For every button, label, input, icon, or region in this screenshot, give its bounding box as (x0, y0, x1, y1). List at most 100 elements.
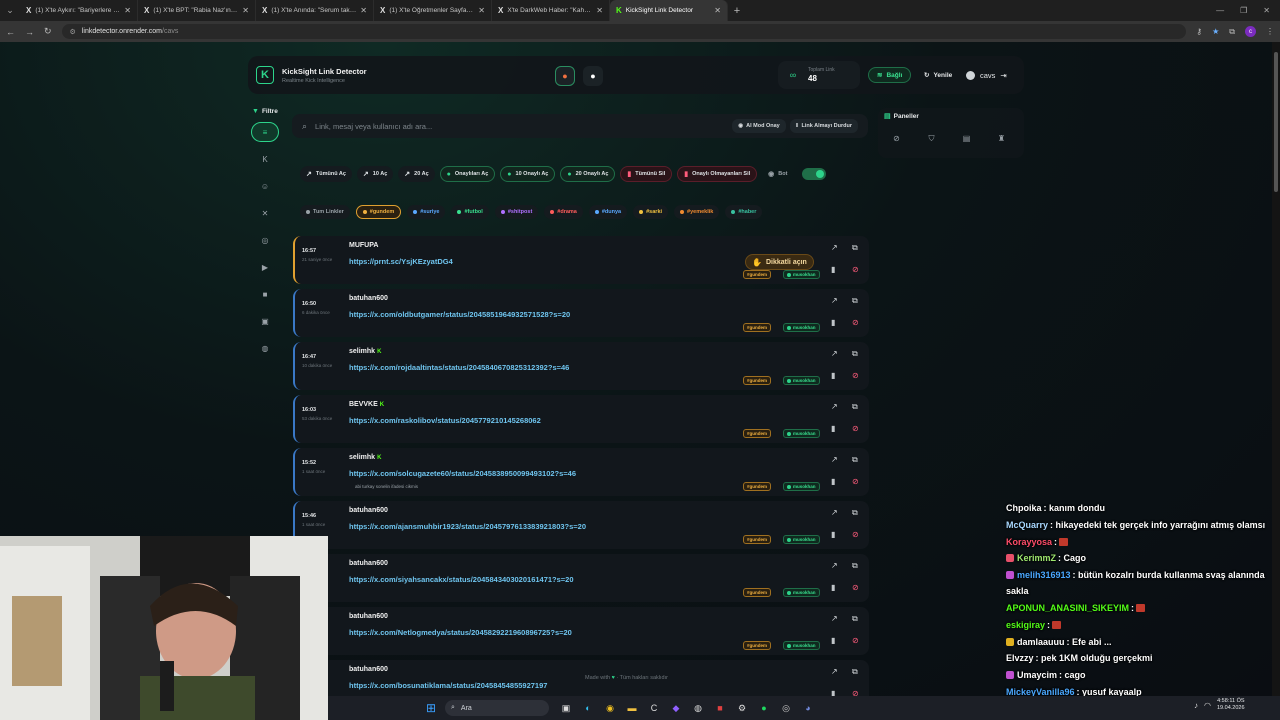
app-red-icon[interactable]: ■ (712, 700, 728, 716)
password-key-icon[interactable]: ⚷ (1196, 27, 1202, 36)
taskbar-search[interactable]: ⌕ Ara (445, 700, 549, 716)
tag-filter-chip[interactable]: #drama (544, 205, 583, 219)
action-button[interactable]: ▮ Onaylı Olmayanları Sil (677, 166, 758, 182)
user-menu[interactable]: cavs ⇥ (966, 67, 1007, 83)
delete-icon[interactable]: ▮ (831, 371, 835, 380)
mic-icon[interactable]: ♪ (1194, 701, 1198, 710)
scrollbar-thumb[interactable] (1274, 52, 1278, 192)
tag-filter-chip[interactable]: #suriye (407, 205, 446, 219)
open-link-icon[interactable]: ↗ (831, 243, 838, 252)
card-link[interactable]: https://x.com/solcugazete60/status/20458… (349, 469, 576, 478)
app-gear-icon[interactable]: ⚙ (734, 700, 750, 716)
connection-status-button[interactable]: ≋ Bağlı (868, 67, 912, 83)
profile-avatar[interactable]: c (1245, 26, 1256, 37)
tag-filter-chip[interactable]: #futbol (451, 205, 489, 219)
windows-start-icon[interactable]: ⊞ (426, 701, 436, 715)
tag-filter-chip[interactable]: #sarki (633, 205, 669, 219)
restore-icon[interactable]: ❐ (1240, 6, 1247, 15)
block-icon[interactable]: ⊘ (852, 371, 859, 380)
chrome-icon[interactable]: ◉ (602, 700, 618, 716)
copy-icon[interactable]: ⧉ (852, 667, 858, 677)
steam-icon[interactable]: ◎ (778, 700, 794, 716)
delete-icon[interactable]: ▮ (831, 583, 835, 592)
archive-icon[interactable]: ▤ (960, 132, 973, 145)
network-icon[interactable]: ◠ (1204, 701, 1211, 710)
minimize-icon[interactable]: — (1216, 6, 1224, 15)
edge-icon[interactable]: ◐ (580, 700, 596, 716)
filter-video-icon[interactable]: ■ (251, 284, 279, 304)
delete-icon[interactable]: ▮ (831, 318, 835, 327)
tag-filter-chip[interactable]: #dunya (588, 205, 628, 219)
taskbar-clock[interactable]: 4:58:11 ÖS 19.04.2026 (1217, 698, 1245, 712)
open-link-icon[interactable]: ↗ (831, 508, 838, 517)
action-button[interactable]: ▮ Tümünü Sil (620, 166, 673, 182)
delete-icon[interactable]: ▮ (831, 477, 835, 486)
delete-icon[interactable]: ▮ (831, 265, 835, 274)
tab-search-icon[interactable]: ⌄ (0, 0, 20, 21)
filter-image-icon[interactable]: ▣ (251, 311, 279, 331)
card-link[interactable]: https://x.com/bosunatiklama/status/20458… (349, 681, 547, 690)
action-button[interactable]: ● 20 Onaylı Aç (560, 166, 616, 182)
browser-tab[interactable]: X(1) X'te Anında: "Serum takılı olarak ✕ (256, 0, 374, 21)
explorer-icon[interactable]: ▬ (624, 700, 640, 716)
copy-icon[interactable]: ⧉ (852, 561, 858, 571)
browser-tab[interactable]: X(1) X'te BPT: "Rabia Naz'ın babası ✕ (138, 0, 256, 21)
tab-close-icon[interactable]: ✕ (242, 6, 249, 15)
app-purple-icon[interactable]: ◆ (668, 700, 684, 716)
block-icon[interactable]: ⊘ (852, 265, 859, 274)
browser-tab[interactable]: XX'te DarkWeb Haber: "Kahramanmara ✕ (492, 0, 610, 21)
tab-close-icon[interactable]: ✕ (124, 6, 131, 15)
reload-icon[interactable]: ↻ (44, 26, 52, 37)
action-button[interactable]: ● Onaylıları Aç (439, 166, 496, 182)
page-scrollbar[interactable] (1272, 42, 1280, 696)
discord-icon[interactable]: ◕ (800, 700, 816, 716)
card-link[interactable]: https://x.com/Netlogmedya/status/2045829… (349, 628, 572, 637)
chat-toggle-icon[interactable]: ● (583, 66, 603, 86)
action-button[interactable]: ● 10 Onaylı Aç (500, 166, 556, 182)
delete-icon[interactable]: ▮ (831, 530, 835, 539)
filter-all-icon[interactable]: ≡ (251, 122, 279, 142)
tag-filter-chip[interactable]: Tum Linkler (300, 205, 350, 219)
tab-close-icon[interactable]: ✕ (714, 6, 721, 15)
open-link-icon[interactable]: ↗ (831, 455, 838, 464)
copy-icon[interactable]: ⧉ (852, 508, 858, 518)
filter-youtube-icon[interactable]: ▶ (251, 257, 279, 277)
source-toggle-icon[interactable]: ● (555, 66, 575, 86)
delete-icon[interactable]: ▮ (831, 424, 835, 433)
filter-x-icon[interactable]: ✕ (251, 203, 279, 223)
bot-toggle[interactable] (802, 168, 827, 180)
copy-icon[interactable]: ⧉ (852, 402, 858, 412)
block-icon[interactable]: ⊘ (852, 477, 859, 486)
card-link[interactable]: https://x.com/ajansmuhbir1923/status/204… (349, 522, 586, 531)
tag-filter-chip[interactable]: #yemeklik (674, 205, 720, 219)
search-input[interactable]: Link, mesaj veya kullanıcı adı ara... (315, 122, 728, 131)
browser-tab[interactable]: K KickSight Link Detector ✕ (610, 0, 728, 21)
open-link-icon[interactable]: ↗ (831, 614, 838, 623)
filter-kick-icon[interactable]: K (251, 149, 279, 169)
forward-icon[interactable]: → (25, 27, 34, 37)
open-link-icon[interactable]: ↗ (831, 667, 838, 676)
stop-links-button[interactable]: ‖ Link Almayı Durdur (789, 119, 858, 133)
browser-tab[interactable]: X(1) X'te Öğretmenler Sayfası "İstan ✕ (374, 0, 492, 21)
delete-icon[interactable]: ▮ (831, 636, 835, 645)
copy-icon[interactable]: ⧉ (852, 455, 858, 465)
open-link-icon[interactable]: ↗ (831, 402, 838, 411)
shield-icon[interactable]: ⛉ (925, 132, 938, 145)
tab-close-icon[interactable]: ✕ (478, 6, 485, 15)
filter-web-icon[interactable]: ◍ (251, 338, 279, 358)
extensions-icon[interactable]: ⧉ (1229, 27, 1235, 37)
block-icon[interactable]: ⊘ (852, 318, 859, 327)
menu-kebab-icon[interactable]: ⋮ (1266, 27, 1274, 36)
block-icon[interactable]: ⊘ (852, 583, 859, 592)
open-link-icon[interactable]: ↗ (831, 296, 838, 305)
action-button[interactable]: ↗ 20 Aç (398, 166, 435, 182)
action-button[interactable]: ↗ 10 Aç (356, 166, 394, 182)
new-tab-button[interactable]: + (728, 5, 746, 17)
block-icon[interactable]: ⊘ (852, 424, 859, 433)
tab-close-icon[interactable]: ✕ (360, 6, 367, 15)
tag-filter-chip[interactable]: #shitpost (494, 205, 539, 219)
card-link[interactable]: https://x.com/raskolibov/status/20457792… (349, 416, 541, 425)
card-link[interactable]: https://x.com/rojdaaltintas/status/20458… (349, 363, 569, 372)
url-field[interactable]: ⚙ linkdetector.onrender.com/cavs (61, 24, 1187, 39)
logout-icon[interactable]: ⇥ (1000, 71, 1006, 80)
